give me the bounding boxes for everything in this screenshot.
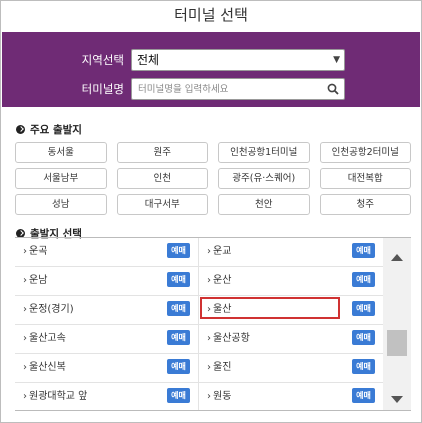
reserve-button[interactable]: 예매 — [352, 359, 375, 374]
scrollbar-thumb[interactable] — [387, 330, 407, 356]
major-departure-button[interactable]: 광주(유·스퀘어) — [218, 168, 310, 189]
search-icon[interactable] — [327, 83, 339, 95]
departure-name: › 운정(경기) — [23, 304, 74, 315]
major-departure-button[interactable]: 청주 — [319, 194, 411, 215]
departure-name: › 울산고속 — [23, 333, 66, 344]
terminal-select-dialog: 터미널 선택 지역선택 전체 ▼ 터미널명 주요 출발지 동서울 원주 인천공항1터… — [0, 0, 422, 423]
region-select-value: 전체 — [137, 53, 160, 67]
reserve-button[interactable]: 예매 — [352, 301, 375, 316]
chevron-right-icon: › — [207, 391, 211, 402]
departure-list-item[interactable]: › 원동 예매 — [199, 383, 383, 410]
chevron-right-icon: › — [207, 275, 211, 286]
departure-list-item[interactable]: › 운곡 예매 — [15, 238, 199, 267]
departure-name: › 울진 — [207, 362, 232, 373]
major-departure-button[interactable]: 대전복합 — [319, 168, 411, 189]
major-departure-button[interactable]: 원주 — [116, 142, 208, 163]
reserve-button[interactable]: 예매 — [167, 272, 190, 287]
check-circle-icon — [16, 125, 25, 134]
chevron-down-icon: ▼ — [333, 55, 340, 65]
major-departures-grid: 동서울 원주 인천공항1터미널 인천공항2터미널서울남부 인천 광주(유·스퀘어) 대전복합… — [15, 142, 411, 215]
reserve-button[interactable]: 예매 — [167, 359, 190, 374]
reserve-button[interactable]: 예매 — [352, 243, 375, 258]
major-departure-button[interactable]: 인천공항1터미널 — [218, 142, 310, 163]
departure-name: › 울산공항 — [207, 333, 250, 344]
major-departure-button[interactable]: 대구서부 — [116, 194, 208, 215]
chevron-right-icon: › — [23, 304, 27, 315]
major-departure-button[interactable]: 인천 — [116, 168, 208, 189]
departure-name: › 운산 — [207, 275, 232, 286]
major-departure-button[interactable]: 인천공항2터미널 — [319, 142, 411, 163]
departure-list-item[interactable]: › 운산 예매 — [199, 267, 383, 296]
departure-list-item[interactable]: › 울산공항 예매 — [199, 325, 383, 354]
major-departure-button[interactable]: 성남 — [15, 194, 107, 215]
filter-panel: 지역선택 전체 ▼ 터미널명 — [2, 32, 420, 107]
chevron-right-icon: › — [207, 304, 211, 315]
terminal-label: 터미널명 — [81, 82, 124, 96]
reserve-button[interactable]: 예매 — [352, 388, 375, 403]
departure-name: › 울산신복 — [23, 362, 66, 373]
major-departure-button[interactable]: 동서울 — [15, 142, 107, 163]
departure-list-item[interactable]: › 운정(경기) 예매 — [15, 296, 199, 325]
region-label: 지역선택 — [81, 53, 124, 67]
terminal-search-input[interactable] — [132, 79, 320, 99]
scroll-down-icon[interactable] — [391, 396, 403, 403]
reserve-button[interactable]: 예매 — [167, 330, 190, 345]
departure-list: › 운곡 예매 › 운교 예매 › 운남 예매 › 운산 예매 › 운정(경기) 예매 › 울산 예매 › 울산고속 예… — [15, 237, 411, 411]
departure-name: › 원광대학교 앞 — [23, 391, 88, 402]
reserve-button[interactable]: 예매 — [167, 388, 190, 403]
departure-list-item[interactable]: › 원광대학교 앞 예매 — [15, 383, 199, 410]
major-departures-heading: 주요 출발지 — [16, 123, 82, 137]
chevron-right-icon: › — [207, 246, 211, 257]
departure-list-item[interactable]: › 울진 예매 — [199, 354, 383, 383]
reserve-button[interactable]: 예매 — [352, 272, 375, 287]
departure-name: › 원동 — [207, 391, 232, 402]
departure-list-item[interactable]: › 울산신복 예매 — [15, 354, 199, 383]
chevron-right-icon: › — [23, 362, 27, 373]
departure-name: › 운곡 — [23, 246, 48, 257]
region-select[interactable]: 전체 ▼ — [131, 49, 345, 71]
chevron-right-icon: › — [23, 333, 27, 344]
terminal-search-box — [131, 78, 345, 100]
departure-list-item[interactable]: › 운교 예매 — [199, 238, 383, 267]
departure-name: › 운교 — [207, 246, 232, 257]
major-departure-button[interactable]: 천안 — [218, 194, 310, 215]
departure-name: › 운남 — [23, 275, 48, 286]
chevron-right-icon: › — [207, 362, 211, 373]
reserve-button[interactable]: 예매 — [352, 330, 375, 345]
chevron-right-icon: › — [23, 246, 27, 257]
chevron-right-icon: › — [23, 275, 27, 286]
departure-list-item[interactable]: › 운남 예매 — [15, 267, 199, 296]
reserve-button[interactable]: 예매 — [167, 243, 190, 258]
reserve-button[interactable]: 예매 — [167, 301, 190, 316]
departure-list-item[interactable]: › 울산고속 예매 — [15, 325, 199, 354]
chevron-right-icon: › — [207, 333, 211, 344]
scroll-up-icon[interactable] — [391, 254, 403, 261]
list-scrollbar[interactable] — [383, 238, 411, 410]
major-departure-button[interactable]: 서울남부 — [15, 168, 107, 189]
chevron-right-icon: › — [23, 391, 27, 402]
departure-name: › 울산 — [207, 304, 232, 315]
departure-list-item[interactable]: › 울산 예매 — [199, 296, 383, 325]
dialog-title: 터미널 선택 — [174, 6, 248, 24]
